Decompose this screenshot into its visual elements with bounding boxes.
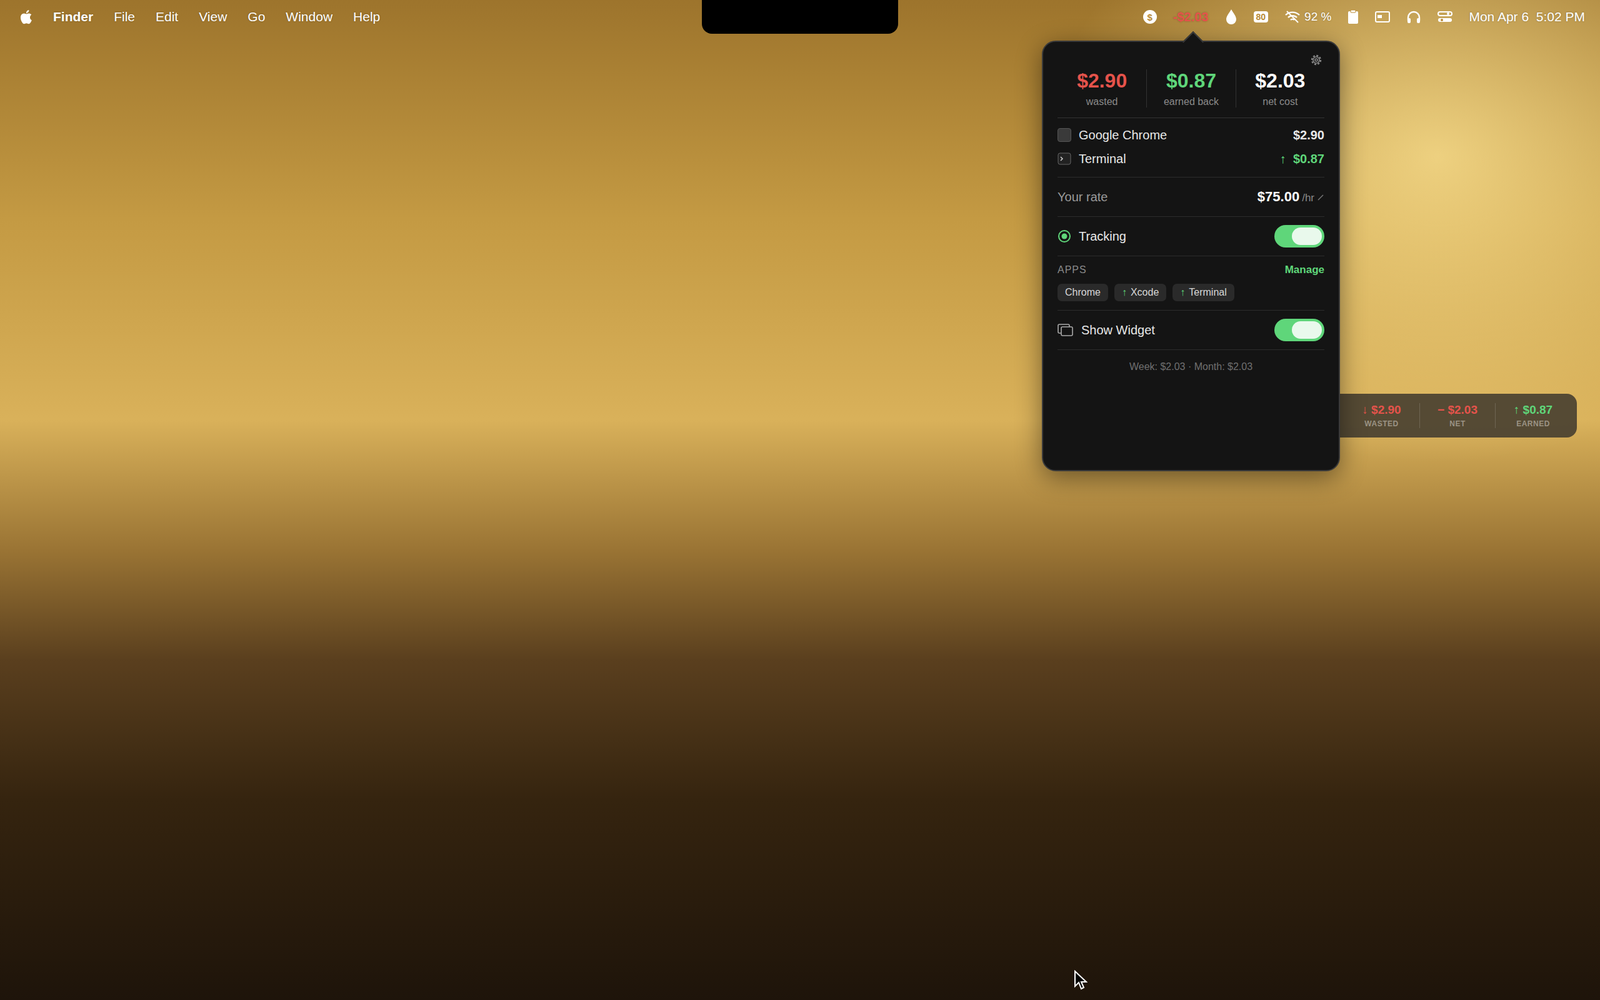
manage-button[interactable]: Manage [1285,263,1325,277]
summary-stat: $2.03net cost [1235,69,1325,108]
popover-panel: $2.90wasted$0.87earned back$2.03net cost… [1041,40,1340,472]
card-icon[interactable] [1375,11,1390,23]
clipboard-icon[interactable] [1347,9,1359,25]
dollar-icon[interactable]: $ [1143,10,1157,24]
widget-stat: − $2.03NET [1419,403,1495,429]
app-list: Google Chrome $2.90Terminal↑ $0.87 [1057,118,1325,178]
wifi-icon [1284,10,1301,24]
terminal-icon [1057,151,1072,166]
headphones-icon[interactable] [1406,10,1422,24]
rate-value[interactable]: $75.00/hr [1257,188,1325,205]
status-amount[interactable]: -$2.03 [1173,10,1209,25]
desktop: Finder File Edit View Go Window Help $ -$2.03 80 9… [0,0,1600,1000]
widget-stat: ↑ $0.87EARNED [1495,403,1571,429]
floating-widget[interactable]: ↓ $2.90WASTED− $2.03NET↑ $0.87EARNED [1318,393,1577,438]
app-row[interactable]: Terminal↑ $0.87 [1057,146,1325,171]
summary-stat: $2.90wasted [1057,69,1147,108]
period-totals: Week: $2.03 · Month: $2.03 [1057,350,1325,373]
app-chip[interactable]: Chrome [1057,283,1109,302]
tracking-toggle[interactable] [1274,225,1325,248]
cursor-icon [1073,970,1088,990]
control-center-icon[interactable] [1437,10,1453,24]
menu-item[interactable]: File [113,9,135,25]
apps-section: APPSManageChrome↑Xcode↑Terminal [1057,256,1325,311]
rate-row: Your rate$75.00/hr [1057,177,1325,217]
clock[interactable]: Mon Apr 6 5:02 PM [1468,9,1585,25]
summary: $2.90wasted$0.87earned back$2.03net cost [1057,69,1325,119]
menu-item[interactable]: View [198,9,227,25]
app-chip[interactable]: ↑Terminal [1172,283,1234,302]
wifi-status[interactable]: 92 % [1284,10,1332,24]
wallpaper [0,0,1600,1000]
apple-icon[interactable] [18,8,33,25]
menu-item[interactable]: Edit [155,9,179,25]
summary-stat: $0.87earned back [1146,69,1235,108]
widget-row: Show Widget [1057,310,1325,350]
menu-item[interactable]: Window [285,9,333,25]
pencil-icon[interactable] [1316,193,1325,202]
chrome-icon [1057,128,1072,142]
menu-bar: Finder File Edit View Go Window Help $ -$2.03 80 9… [0,0,1600,34]
camera-notch [701,0,899,34]
widget-icon [1057,323,1074,337]
drop-icon[interactable] [1225,8,1238,25]
app-chip[interactable]: ↑Xcode [1114,283,1167,302]
gear-icon[interactable] [1308,52,1324,68]
app-row[interactable]: Google Chrome $2.90 [1057,123,1325,147]
record-icon [1057,229,1072,244]
battery-badge[interactable]: 80 [1253,11,1269,23]
widget-toggle[interactable] [1274,318,1325,342]
menu-item[interactable]: Go [247,9,265,25]
app-menu[interactable]: Finder [53,9,94,25]
menu-item[interactable]: Help [353,9,380,25]
widget-stat: ↓ $2.90WASTED [1343,403,1420,429]
tracking-row: Tracking [1057,216,1325,257]
